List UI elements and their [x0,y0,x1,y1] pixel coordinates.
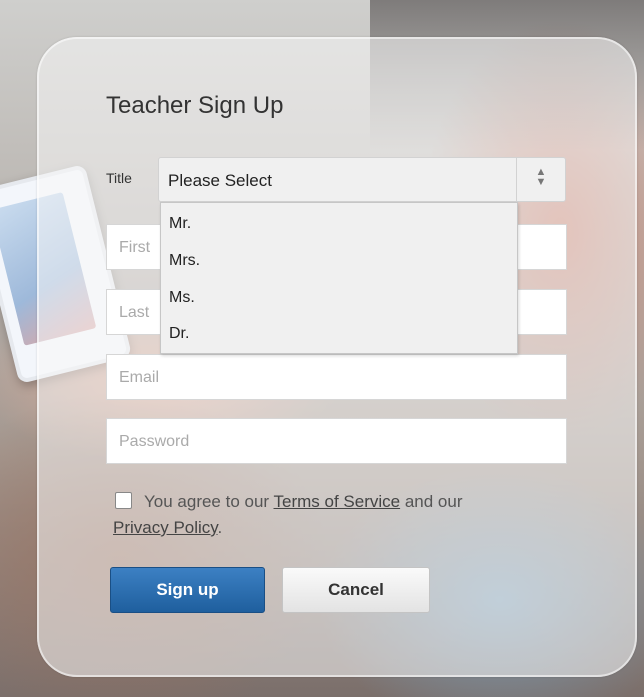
dropdown-option-dr[interactable]: Dr. [169,325,189,343]
select-arrow-zone[interactable]: ▲ ▼ [516,158,565,201]
password-field[interactable]: Password [106,418,567,464]
password-placeholder: Password [119,433,190,450]
dropdown-option-mr[interactable]: Mr. [169,215,191,233]
first-name-placeholder: First [119,239,151,256]
terms-of-service-link[interactable]: Terms of Service [274,492,401,511]
sign-up-button[interactable]: Sign up [110,567,265,613]
title-dropdown-list: Mr. Mrs. Ms. Dr. [160,202,518,354]
agree-prefix-text: You agree to our [144,492,270,511]
email-placeholder: Email [119,369,160,386]
terms-agreement: You agree to our Terms of Service and ou… [113,489,553,541]
page-title: Teacher Sign Up [106,92,284,119]
cancel-button[interactable]: Cancel [282,567,430,613]
title-select-value: Please Select [168,171,272,190]
title-label: Title [106,170,132,186]
title-select[interactable]: Please Select ▲ ▼ [158,157,566,202]
dropdown-option-ms[interactable]: Ms. [169,289,195,307]
agree-suffix-text: . [217,518,223,537]
dropdown-option-mrs[interactable]: Mrs. [169,252,200,270]
privacy-policy-link[interactable]: Privacy Policy [113,518,218,537]
agree-middle-text: and our [404,492,463,511]
last-name-placeholder: Last [119,304,150,321]
email-field[interactable]: Email [106,354,567,400]
checkbox-icon[interactable] [115,492,132,509]
up-down-chevron-icon: ▲ ▼ [535,166,547,188]
